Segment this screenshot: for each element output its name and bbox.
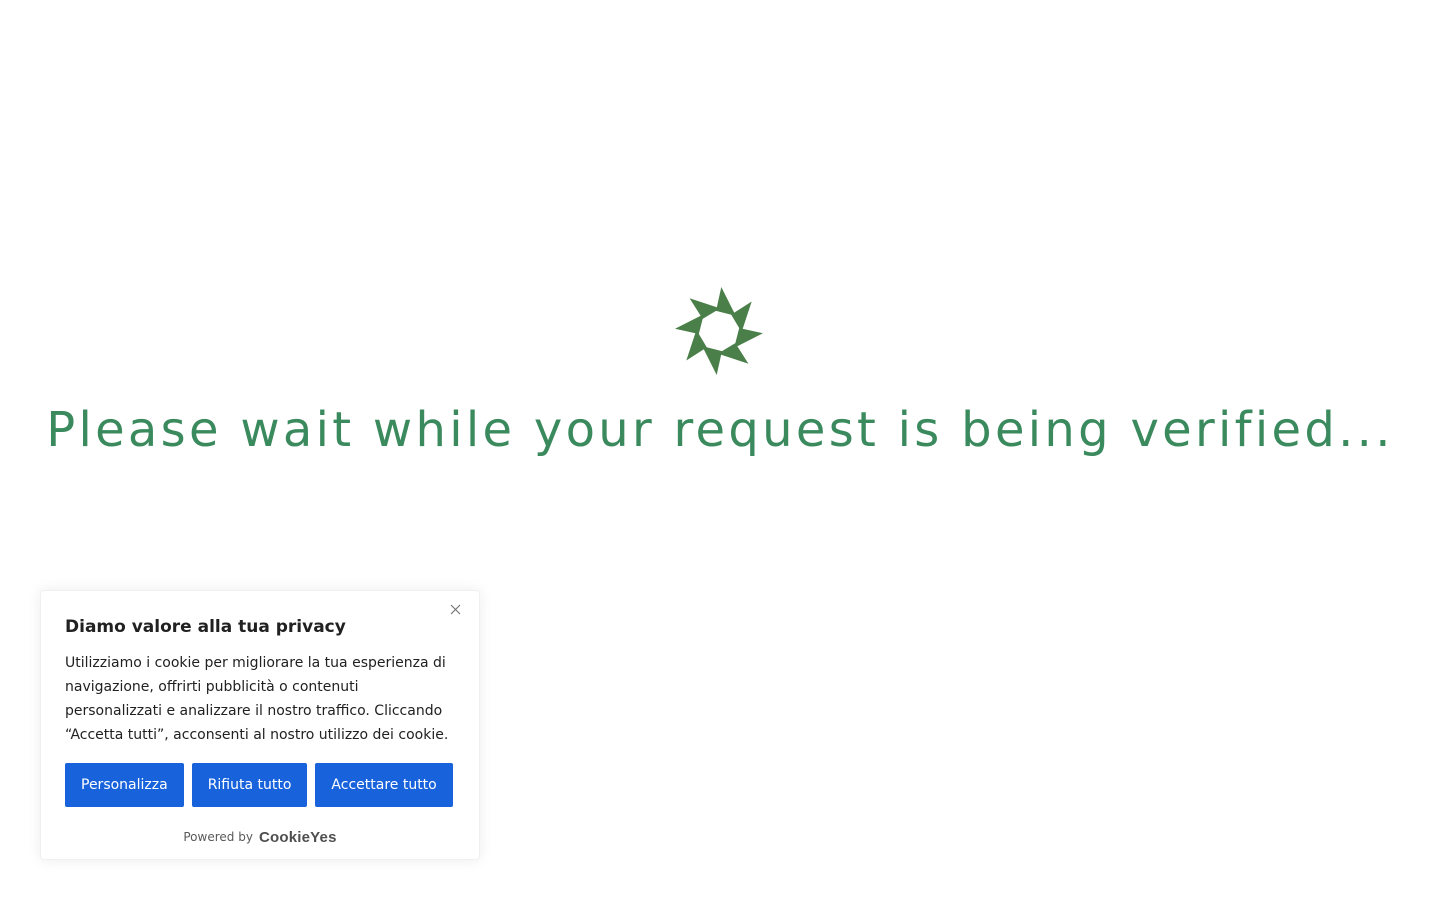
reject-all-button[interactable]: Rifiuta tutto [191,763,308,807]
spinner-blade [731,301,752,333]
close-icon [450,604,460,614]
spinner-blade [716,287,736,316]
spinner-blade [686,329,707,361]
spinner-blade [702,346,722,375]
spinner-graphic [675,287,763,375]
cookie-banner-title: Diamo valore alla tua privacy [65,617,346,637]
spinner-blade [717,343,749,364]
verification-message: Please wait while your request is being … [46,402,1394,458]
cookieyes-logo[interactable]: CookieYes [259,829,337,846]
customize-button[interactable]: Personalizza [65,763,184,807]
cookie-button-row: Personalizza Rifiuta tutto Accettare tut… [65,763,453,807]
accept-all-button[interactable]: Accettare tutto [315,763,453,807]
spinner-icon [672,284,766,378]
spinner-blade [689,298,721,319]
powered-by: Powered by CookieYes [41,827,479,847]
spinner-blade [734,328,763,348]
cookie-consent-banner: Diamo valore alla tua privacy Utilizziam… [40,590,480,860]
close-button[interactable] [447,601,463,617]
cookie-banner-description: Utilizziamo i cookie per migliorare la t… [65,655,449,743]
page: Please wait while your request is being … [0,0,1440,900]
spinner-blade [675,314,704,334]
powered-by-label: Powered by [183,830,253,844]
